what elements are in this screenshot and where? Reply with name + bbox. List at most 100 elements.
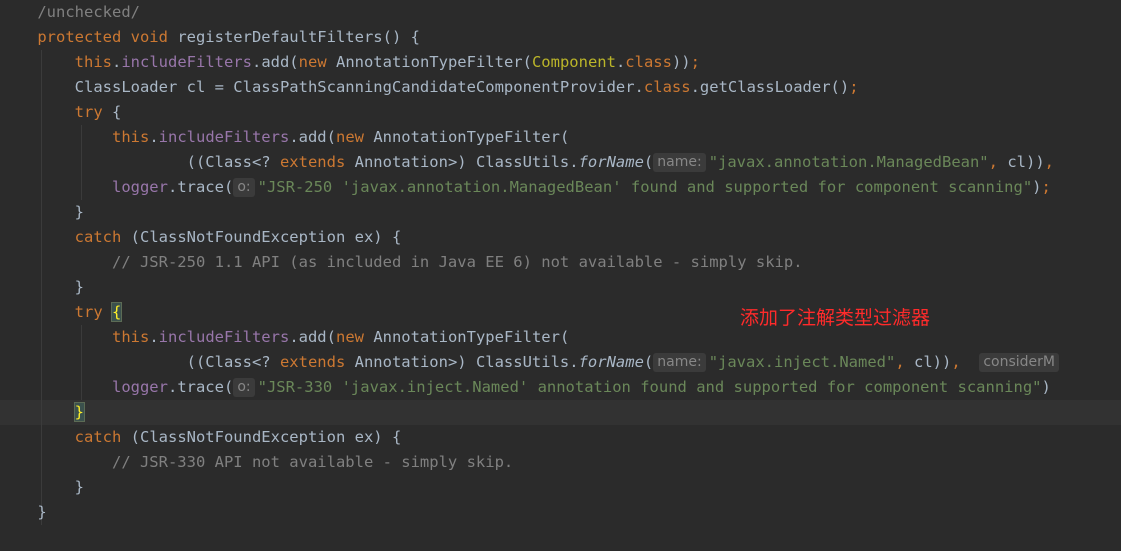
code-token: forName xyxy=(578,153,644,171)
code-token: Annotation>) ClassUtils. xyxy=(354,153,579,171)
code-line[interactable]: /unchecked/ xyxy=(0,0,1121,25)
code-token: cl)) xyxy=(1007,153,1045,171)
code-token: extends xyxy=(279,153,355,171)
code-token: ; xyxy=(690,53,700,71)
code-token: Component xyxy=(531,53,616,71)
code-line[interactable]: } xyxy=(0,500,1121,525)
code-token: catch xyxy=(74,228,131,246)
code-token: } xyxy=(0,478,84,496)
code-line[interactable]: } xyxy=(0,275,1121,300)
code-token: .add( xyxy=(289,128,336,146)
code-token: new xyxy=(335,128,374,146)
parameter-hint: considerM xyxy=(979,353,1059,372)
code-token: protected void xyxy=(37,28,178,46)
code-token: . xyxy=(111,53,122,71)
code-token: includeFilters xyxy=(158,328,290,346)
code-token: (ClassNotFoundException ex) { xyxy=(130,428,402,446)
code-line[interactable]: // JSR-330 API not available - simply sk… xyxy=(0,450,1121,475)
parameter-hint: o: xyxy=(233,378,255,397)
code-line[interactable]: this.includeFilters.add(new AnnotationTy… xyxy=(0,325,1121,350)
code-token: .add( xyxy=(289,328,336,346)
code-token: "javax.annotation.ManagedBean" xyxy=(708,153,989,171)
code-line[interactable]: } xyxy=(0,400,1121,425)
code-token: forName xyxy=(578,353,644,371)
code-token: "JSR-250 'javax.annotation.ManagedBean' … xyxy=(257,178,1033,196)
code-token: "JSR-330 'javax.inject.Named' annotation… xyxy=(257,378,1042,396)
code-line[interactable]: this.includeFilters.add(new AnnotationTy… xyxy=(0,50,1121,75)
code-token: // JSR-330 API not available - simply sk… xyxy=(111,453,514,471)
text-caret xyxy=(84,402,85,420)
code-token: try xyxy=(74,103,112,121)
code-token: , xyxy=(951,353,970,371)
code-token: } xyxy=(0,503,47,521)
code-line[interactable]: } xyxy=(0,200,1121,225)
code-line[interactable]: try { xyxy=(0,100,1121,125)
code-token: ) xyxy=(1041,378,1051,396)
code-line[interactable]: catch (ClassNotFoundException ex) { xyxy=(0,425,1121,450)
code-token: // JSR-250 1.1 API (as included in Java … xyxy=(111,253,803,271)
code-token: this xyxy=(111,128,150,146)
code-token: { xyxy=(111,103,122,121)
code-token: . xyxy=(615,53,626,71)
code-token: , xyxy=(895,353,914,371)
parameter-hint: o: xyxy=(233,178,255,197)
code-line[interactable]: logger.trace(o: "JSR-330 'javax.inject.Na… xyxy=(0,375,1121,400)
code-token: catch xyxy=(74,428,131,446)
code-line[interactable]: this.includeFilters.add(new AnnotationTy… xyxy=(0,125,1121,150)
code-token: this xyxy=(74,53,112,71)
code-token: "javax.inject.Named" xyxy=(708,353,896,371)
code-token: this xyxy=(111,328,150,346)
code-token: class xyxy=(625,53,672,71)
code-token: ; xyxy=(849,78,859,96)
code-token: ( xyxy=(643,153,654,171)
code-line[interactable]: catch (ClassNotFoundException ex) { xyxy=(0,225,1121,250)
code-line[interactable]: protected void registerDefaultFilters() … xyxy=(0,25,1121,50)
matched-brace: { xyxy=(110,302,123,322)
code-token: ) xyxy=(1032,178,1042,196)
code-line[interactable]: ClassLoader cl = ClassPathScanningCandid… xyxy=(0,75,1121,100)
code-token: try xyxy=(74,303,112,321)
code-token: .trace( xyxy=(167,178,234,196)
code-token: registerDefaultFilters() { xyxy=(177,28,420,46)
code-editor[interactable]: /unchecked/ protected void registerDefau… xyxy=(0,0,1121,551)
code-token: } xyxy=(0,278,84,296)
code-token: Annotation>) ClassUtils. xyxy=(354,353,579,371)
code-token: )) xyxy=(671,53,691,71)
code-token: . xyxy=(149,128,159,146)
code-token: .trace( xyxy=(167,378,234,396)
code-token: } xyxy=(0,203,84,221)
matched-brace: } xyxy=(73,402,86,422)
parameter-hint: name: xyxy=(653,153,706,172)
code-token: .add( xyxy=(251,53,299,71)
code-token: logger xyxy=(111,378,168,396)
code-line[interactable]: // JSR-250 1.1 API (as included in Java … xyxy=(0,250,1121,275)
code-token: ; xyxy=(1041,178,1051,196)
code-token: . xyxy=(149,328,159,346)
code-token: ((Class<? xyxy=(0,353,280,371)
code-token: includeFilters xyxy=(121,53,252,71)
code-line[interactable]: try { xyxy=(0,300,1121,325)
code-line[interactable]: logger.trace(o: "JSR-250 'javax.annotatio… xyxy=(0,175,1121,200)
annotation-note: 添加了注解类型过滤器 xyxy=(740,307,931,329)
code-token: .getClassLoader() xyxy=(690,78,850,96)
code-line[interactable]: ((Class<? extends Annotation>) ClassUtil… xyxy=(0,350,1121,375)
code-token: ClassLoader cl = ClassPathScanningCandid… xyxy=(0,78,644,96)
code-line[interactable]: ((Class<? extends Annotation>) ClassUtil… xyxy=(0,150,1121,175)
code-token: AnnotationTypeFilter( xyxy=(335,53,532,71)
code-token: new xyxy=(335,328,374,346)
code-line[interactable]: } xyxy=(0,475,1121,500)
code-token: cl)) xyxy=(914,353,952,371)
parameter-hint: name: xyxy=(653,353,706,372)
